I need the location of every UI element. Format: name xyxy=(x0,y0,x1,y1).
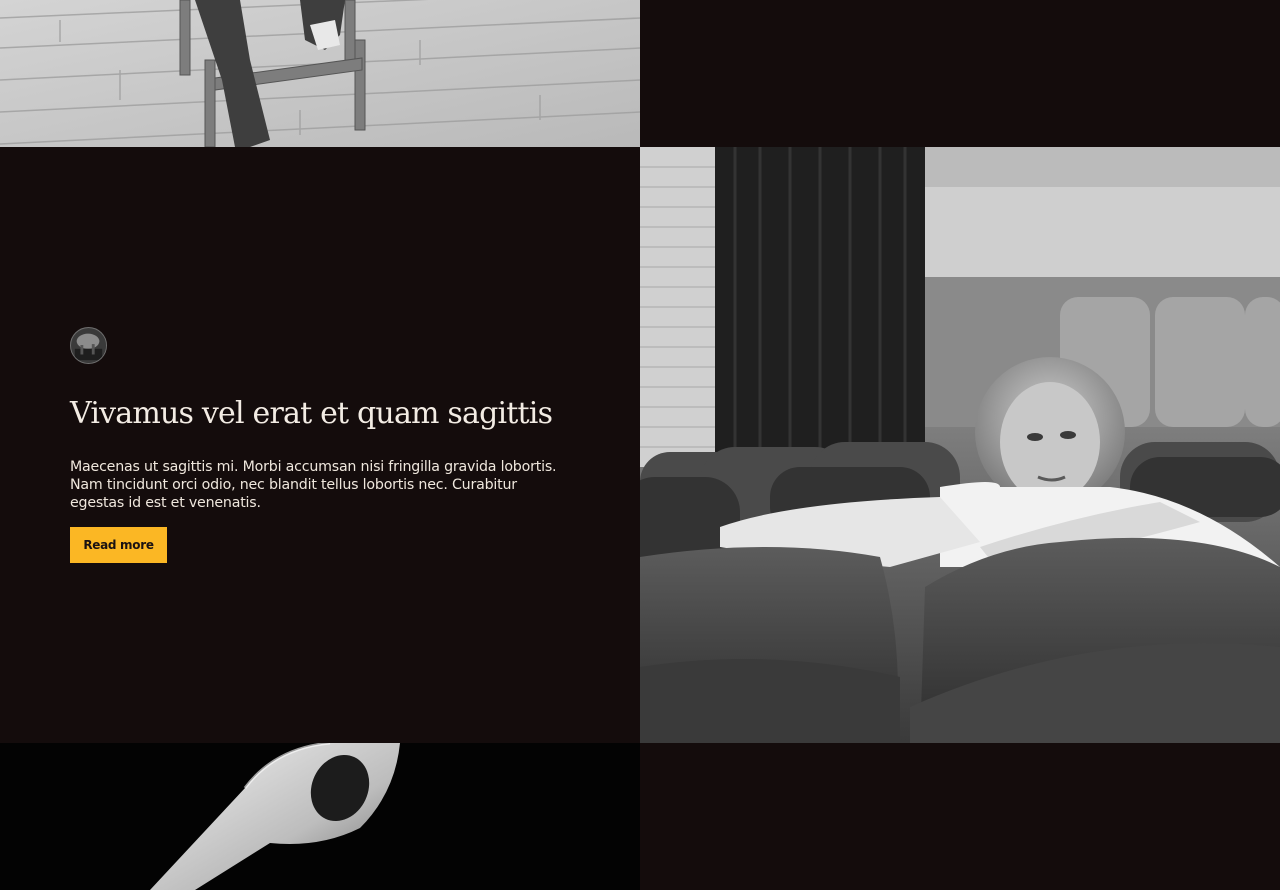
empty-tile xyxy=(640,743,1280,890)
stool-photo xyxy=(0,0,640,147)
theater-photo xyxy=(640,147,1280,743)
author-avatar[interactable] xyxy=(70,327,107,364)
post-image-earbud[interactable] xyxy=(0,743,640,890)
earbud-photo xyxy=(0,743,640,890)
post-card: Vivamus vel erat et quam sagittis Maecen… xyxy=(0,147,640,743)
post-title[interactable]: Vivamus vel erat et quam sagittis xyxy=(70,394,610,434)
read-more-button[interactable]: Read more xyxy=(70,527,167,563)
post-image-theater[interactable] xyxy=(640,147,1280,743)
post-image-stool[interactable] xyxy=(0,0,640,147)
post-excerpt: Maecenas ut sagittis mi. Morbi accumsan … xyxy=(70,459,557,511)
empty-tile xyxy=(640,0,1280,147)
